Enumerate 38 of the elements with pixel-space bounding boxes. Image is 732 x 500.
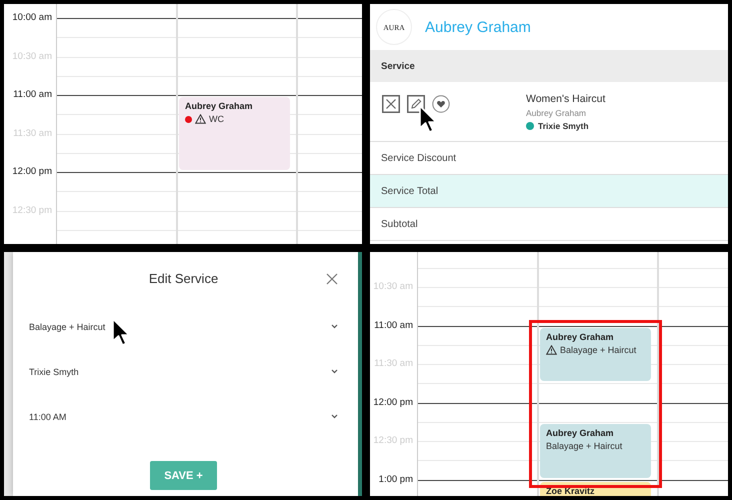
dialog-title: Edit Service bbox=[148, 270, 218, 286]
time-label: 1:00 pm bbox=[378, 474, 413, 484]
stylist-dot bbox=[526, 122, 534, 130]
row-label: Service Discount bbox=[381, 152, 456, 164]
time-label: 11:00 am bbox=[13, 89, 52, 100]
time-label: 12:00 pm bbox=[373, 396, 413, 408]
section-title: Service bbox=[381, 60, 415, 72]
chevron-icon bbox=[331, 414, 338, 419]
client-name: Aubrey Graham bbox=[185, 101, 254, 111]
client-name: Aubrey Graham bbox=[526, 108, 587, 118]
dropdown-field[interactable]: 11:00 AM bbox=[29, 394, 338, 439]
chevron-icon bbox=[331, 369, 338, 374]
warning-icon bbox=[546, 344, 557, 354]
remove-icon[interactable] bbox=[382, 95, 400, 113]
warning-icon bbox=[195, 114, 206, 124]
appointment-block[interactable]: Aubrey Graham WC bbox=[179, 97, 290, 170]
client-name: Aubrey Graham bbox=[546, 332, 615, 342]
edit-icon[interactable] bbox=[407, 95, 425, 113]
service-name: Women's Haircut bbox=[526, 93, 606, 105]
dropdown-field[interactable]: Trixie Smyth bbox=[29, 349, 338, 394]
appointment-block[interactable]: Aubrey Graham Balayage + Haircut bbox=[540, 424, 651, 478]
stylist-name: Trixie Smyth bbox=[538, 121, 589, 131]
service-name: Balayage + Haircut bbox=[560, 344, 636, 354]
client-name: Aubrey Graham bbox=[425, 18, 531, 36]
chevron-icon bbox=[331, 324, 338, 329]
row-label: Subtotal bbox=[381, 218, 418, 230]
dropdown-field[interactable]: Balayage + Haircut bbox=[29, 304, 338, 349]
service-name: Balayage + Haircut bbox=[546, 440, 622, 451]
close-icon[interactable] bbox=[326, 273, 338, 285]
time-label: 10:00 am bbox=[12, 12, 52, 23]
client-name: Aubrey Graham bbox=[546, 428, 615, 438]
service-name: WC bbox=[209, 114, 224, 124]
row-label: Service Total bbox=[381, 186, 438, 196]
status-dot bbox=[185, 116, 192, 122]
appointment-block[interactable]: Aubrey Graham Balayage + Haircut bbox=[540, 328, 651, 382]
time-label: 11:00 am bbox=[374, 320, 413, 330]
client-name: Zoe Kravitz bbox=[546, 486, 596, 496]
time-label: 12:00 pm bbox=[12, 166, 52, 177]
